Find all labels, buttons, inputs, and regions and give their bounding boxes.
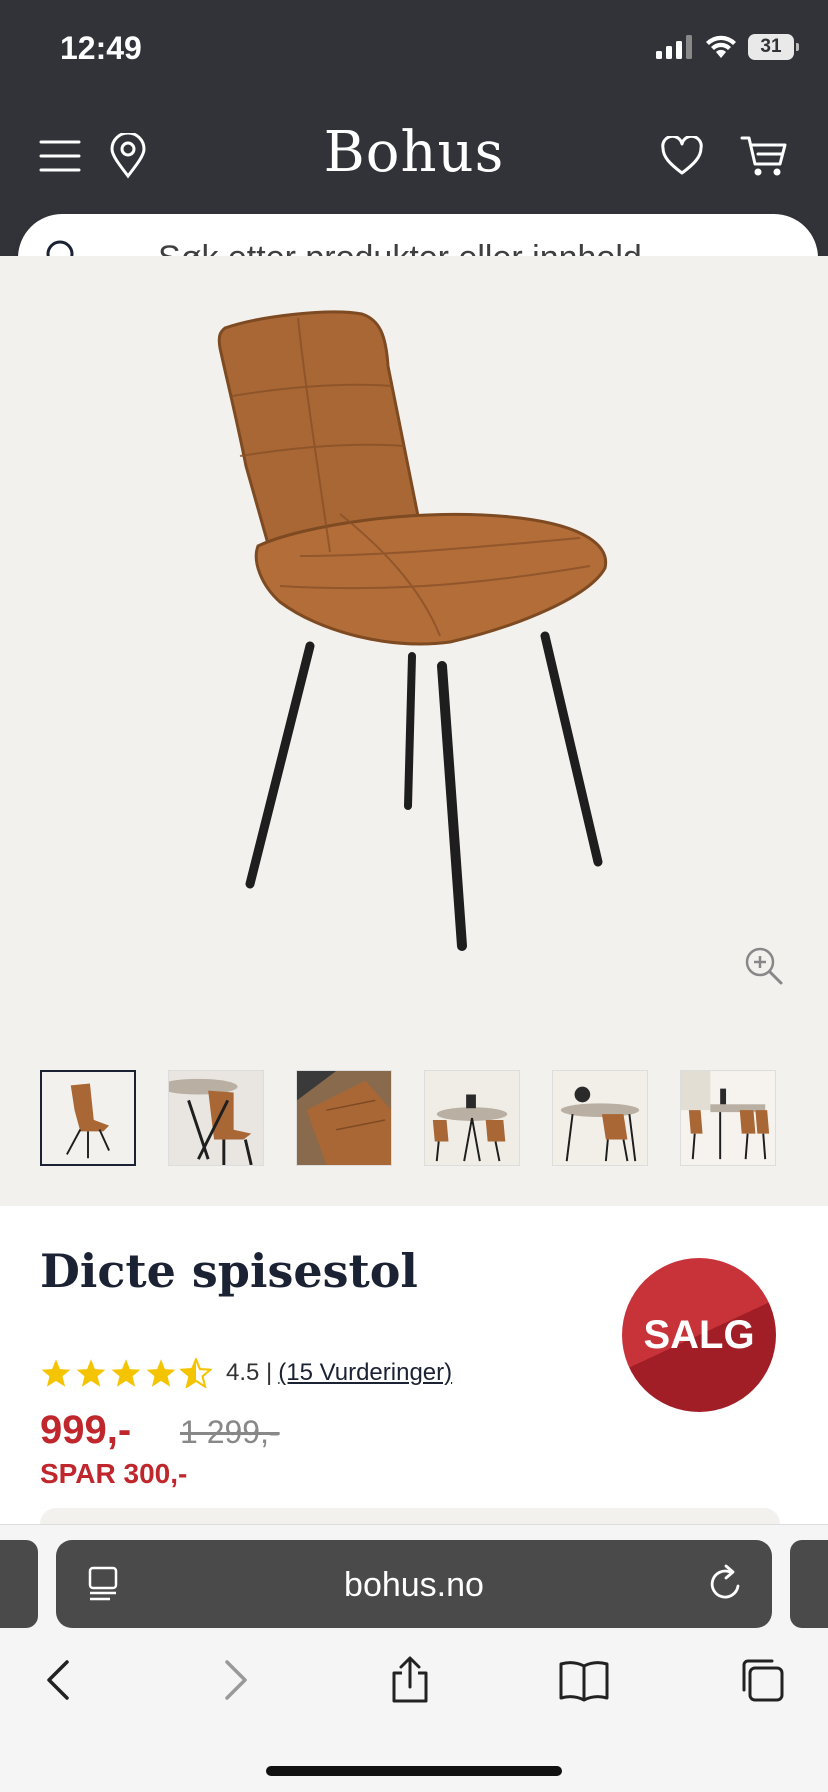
star-icon bbox=[111, 1359, 141, 1387]
thumbnail-4[interactable] bbox=[424, 1070, 520, 1166]
product-rating: 4.5 | (15 Vurderinger) bbox=[40, 1358, 452, 1388]
status-time: 12:49 bbox=[60, 30, 142, 66]
home-indicator[interactable] bbox=[266, 1766, 562, 1776]
product-image bbox=[217, 310, 608, 951]
forward-icon[interactable] bbox=[208, 1652, 264, 1708]
sale-price: 999,- bbox=[40, 1408, 132, 1452]
heart-icon[interactable] bbox=[658, 132, 706, 180]
cart-icon[interactable] bbox=[740, 132, 788, 180]
rating-value: 4.5 | bbox=[226, 1359, 273, 1386]
browser-toolbar bbox=[0, 1652, 828, 1708]
star-icon bbox=[76, 1359, 106, 1387]
half-star-icon bbox=[180, 1358, 212, 1388]
reload-icon[interactable] bbox=[708, 1564, 744, 1607]
status-bar: 12:49 31 bbox=[0, 0, 828, 100]
status-icons: 31 bbox=[656, 34, 799, 60]
zoom-in-icon[interactable] bbox=[744, 946, 784, 991]
thumbnail-strip bbox=[40, 1070, 808, 1166]
thumbnail-1[interactable] bbox=[40, 1070, 136, 1166]
signal-icon bbox=[656, 35, 692, 59]
thumbnail-3[interactable] bbox=[296, 1070, 392, 1166]
next-tab-peek[interactable] bbox=[790, 1540, 828, 1628]
product-image-area[interactable] bbox=[0, 256, 828, 1046]
bookmarks-icon[interactable] bbox=[556, 1652, 612, 1708]
sale-badge: SALG bbox=[622, 1258, 776, 1412]
original-price: 1 299,- bbox=[180, 1414, 280, 1450]
wifi-icon bbox=[706, 35, 736, 58]
product-title: Dicte spisestol bbox=[40, 1244, 418, 1298]
star-icon bbox=[41, 1359, 71, 1387]
next-section-peek bbox=[40, 1508, 780, 1524]
thumbnail-2[interactable] bbox=[168, 1070, 264, 1166]
thumbnail-5[interactable] bbox=[552, 1070, 648, 1166]
savings-label: SPAR 300,- bbox=[40, 1458, 188, 1489]
url-text[interactable]: bohus.no bbox=[56, 1566, 772, 1605]
battery-icon: 31 bbox=[748, 34, 799, 60]
previous-tab-peek[interactable] bbox=[0, 1540, 38, 1628]
star-icon bbox=[146, 1359, 176, 1387]
share-icon[interactable] bbox=[382, 1652, 438, 1708]
tabs-icon[interactable] bbox=[734, 1652, 790, 1708]
back-icon[interactable] bbox=[30, 1652, 86, 1708]
thumbnail-6[interactable] bbox=[680, 1070, 776, 1166]
address-bar[interactable]: bohus.no bbox=[56, 1540, 772, 1628]
reviews-link[interactable]: (15 Vurderinger) bbox=[278, 1359, 452, 1387]
star-rating bbox=[40, 1358, 212, 1388]
